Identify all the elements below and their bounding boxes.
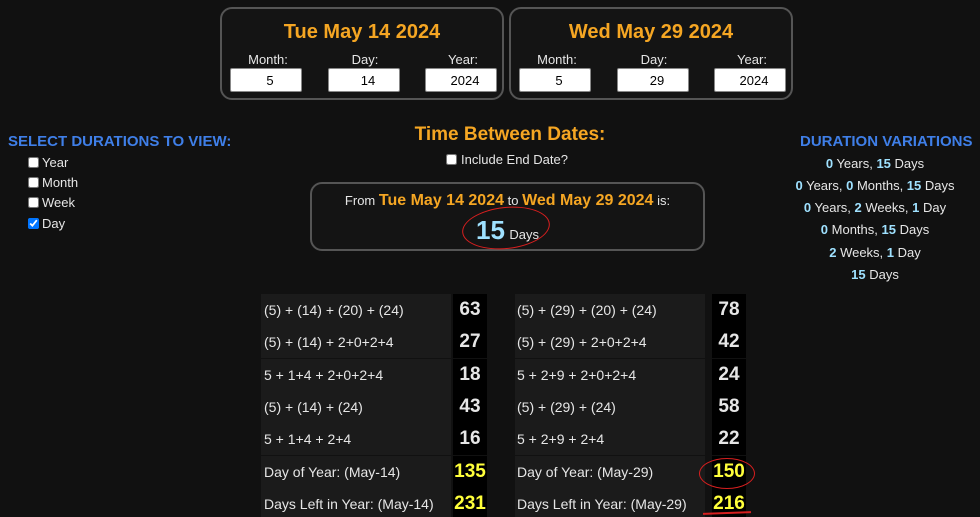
end-year-input[interactable] bbox=[714, 68, 786, 92]
from-date: Tue May 14 2024 bbox=[378, 192, 504, 209]
start-formula-label: Day of Year: (May-14) bbox=[264, 463, 401, 480]
start-month-input[interactable] bbox=[230, 68, 302, 92]
start-day-label: Day: bbox=[351, 52, 379, 67]
variation-unit: Months, bbox=[853, 178, 907, 193]
duration-variation-row: 2 Weeks, 1 Day bbox=[780, 245, 970, 260]
start-date-panel: Tue May 14 2024 Month: Day: Year: bbox=[220, 7, 504, 100]
start-formula-value: 16 bbox=[453, 423, 487, 456]
table-row: Days Left in Year: (May-14) 231 Days Left … bbox=[261, 487, 753, 517]
variation-number: 0 bbox=[825, 156, 834, 171]
end-day-input[interactable] bbox=[617, 68, 689, 92]
variation-unit: Years, bbox=[802, 178, 847, 193]
duration-variation-row: 15 Days bbox=[780, 267, 970, 282]
start-formula-label: 5 + 1+4 + 2+0+2+4 bbox=[264, 366, 384, 383]
variation-unit: Day bbox=[919, 200, 947, 215]
table-row: Day of Year: (May-14) 135 Day of Year: (Ma… bbox=[261, 455, 753, 488]
duration-variation-row: 0 Years, 15 Days bbox=[780, 156, 970, 171]
variation-number: 1 bbox=[886, 245, 895, 260]
to-date: Wed May 29 2024 bbox=[522, 192, 654, 209]
variation-unit: Days bbox=[890, 156, 925, 171]
duration-variations-heading: DURATION VARIATIONS bbox=[800, 133, 973, 150]
end-formula-label: Day of Year: (May-29) bbox=[517, 463, 654, 480]
duration-option-label: Week bbox=[42, 195, 75, 210]
end-formula-label: (5) + (29) + 2+0+2+4 bbox=[517, 334, 647, 351]
variation-number: 15 bbox=[881, 222, 896, 237]
variation-number: 15 bbox=[851, 267, 866, 282]
variation-unit: Months, bbox=[828, 222, 882, 237]
include-end-date-checkbox[interactable] bbox=[446, 154, 457, 165]
start-day-input[interactable] bbox=[328, 68, 400, 92]
duration-option-month[interactable]: Month bbox=[28, 175, 78, 190]
variation-number: 15 bbox=[876, 156, 891, 171]
start-formula-label: 5 + 1+4 + 2+4 bbox=[264, 431, 352, 448]
variation-number: 2 bbox=[854, 200, 862, 215]
table-row: 5 + 1+4 + 2+0+2+4 18 5 + 2+9 + 2+0+2+4 24 bbox=[261, 358, 753, 391]
end-formula-label: (5) + (29) + (24) bbox=[517, 398, 616, 415]
end-formula-label: 5 + 2+9 + 2+0+2+4 bbox=[517, 366, 637, 383]
start-formula-value: 27 bbox=[453, 326, 487, 359]
start-formula-label: Days Left in Year: (May-14) bbox=[264, 495, 434, 512]
duration-variation-row: 0 Years, 0 Months, 15 Days bbox=[780, 178, 970, 193]
start-formula-value: 231 bbox=[453, 487, 487, 517]
end-formula-value: 22 bbox=[712, 423, 746, 456]
duration-option-label: Day bbox=[42, 216, 66, 231]
start-formula-label: (5) + (14) + (20) + (24) bbox=[264, 302, 404, 318]
variation-unit: Day bbox=[894, 245, 921, 260]
end-formula-value: 78 bbox=[712, 294, 746, 326]
variation-unit: Years, bbox=[811, 200, 855, 215]
start-formula-value: 43 bbox=[453, 390, 487, 423]
variation-unit: Days bbox=[921, 178, 955, 193]
end-formula-label: Days Left in Year: (May-29) bbox=[517, 495, 687, 512]
end-year-label: Year: bbox=[737, 52, 767, 67]
end-formula-value: 42 bbox=[712, 326, 746, 359]
variation-number: 0 bbox=[795, 178, 803, 193]
start-formula-value: 135 bbox=[453, 455, 487, 488]
end-date-panel: Wed May 29 2024 Month: Day: Year: bbox=[509, 7, 793, 100]
start-year-input[interactable] bbox=[425, 68, 497, 92]
table-row: 5 + 1+4 + 2+4 16 5 + 2+9 + 2+4 22 bbox=[261, 423, 753, 456]
end-formula-label: 5 + 2+9 + 2+4 bbox=[517, 431, 605, 448]
duration-checkbox-year[interactable] bbox=[28, 157, 39, 168]
duration-variation-row: 0 Months, 15 Days bbox=[780, 222, 970, 237]
variation-unit: Days bbox=[865, 267, 899, 282]
from-text: From bbox=[344, 193, 376, 208]
variation-unit: Years, bbox=[833, 156, 877, 171]
end-month-label: Month: bbox=[537, 52, 577, 67]
duration-checkbox-week[interactable] bbox=[28, 197, 39, 208]
duration-option-year[interactable]: Year bbox=[28, 155, 68, 170]
start-year-label: Year: bbox=[448, 52, 478, 67]
start-formula-label: (5) + (14) + (24) bbox=[264, 398, 363, 415]
duration-option-label: Month bbox=[42, 175, 79, 190]
duration-option-label: Year bbox=[42, 155, 69, 170]
start-date-title: Tue May 14 2024 bbox=[283, 21, 441, 43]
duration-checkbox-month[interactable] bbox=[28, 177, 39, 188]
duration-option-week[interactable]: Week bbox=[28, 195, 75, 210]
duration-checkbox-day[interactable] bbox=[28, 218, 39, 229]
variation-unit: Weeks, bbox=[861, 200, 913, 215]
variation-number: 0 bbox=[820, 222, 829, 237]
start-formula-label: (5) + (14) + 2+0+2+4 bbox=[264, 334, 394, 351]
start-formula-value: 18 bbox=[453, 358, 487, 391]
end-formula-value: 58 bbox=[712, 390, 746, 423]
duration-variation-row: 0 Years, 2 Weeks, 1 Day bbox=[780, 200, 970, 215]
end-formula-label: (5) + (29) + (20) + (24) bbox=[517, 302, 657, 318]
variation-number: 15 bbox=[906, 178, 922, 193]
table-row: (5) + (14) + 2+0+2+4 27 (5) + (29) + 2+0+2… bbox=[261, 326, 753, 359]
is-text: is: bbox=[657, 193, 671, 208]
end-formula-value: 24 bbox=[712, 358, 746, 391]
table-row: (5) + (14) + (24) 43 (5) + (29) + (24) 58 bbox=[261, 390, 753, 423]
end-month-input[interactable] bbox=[519, 68, 591, 92]
include-end-date-option[interactable]: Include End Date? bbox=[446, 152, 568, 167]
end-day-label: Day: bbox=[640, 52, 668, 67]
variation-unit: Weeks, bbox=[836, 245, 887, 260]
end-date-title: Wed May 29 2024 bbox=[568, 21, 734, 43]
start-month-label: Month: bbox=[248, 52, 288, 67]
variation-unit: Days bbox=[895, 222, 930, 237]
start-formula-value: 63 bbox=[453, 294, 487, 326]
table-row: (5) + (14) + (20) + (24) 63 (5) + (29) + (… bbox=[261, 294, 753, 326]
duration-option-day[interactable]: Day bbox=[28, 216, 65, 231]
red-circle-annotation bbox=[699, 458, 755, 489]
include-end-date-label: Include End Date? bbox=[461, 152, 568, 167]
